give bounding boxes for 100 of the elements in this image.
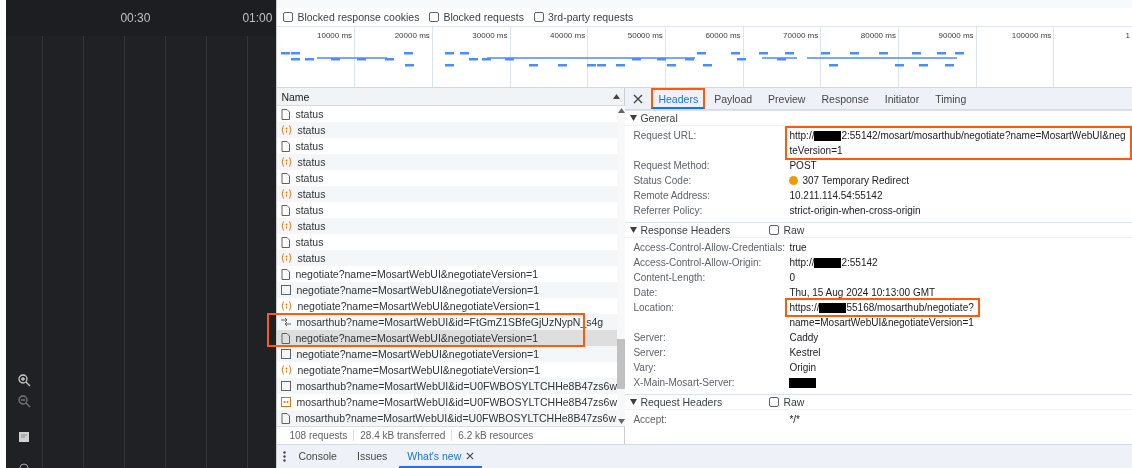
tick-label: 90000 ms <box>938 31 974 40</box>
request-name: negotiate?name=MosartWebUI&negotiateVersion=1 <box>297 300 541 312</box>
raw-checkbox[interactable]: Raw <box>769 224 805 236</box>
summary-text: 108 requests <box>288 430 349 441</box>
header-value: POST <box>789 160 817 171</box>
header-value: 307 Temporary Redirect <box>802 175 909 186</box>
document-icon <box>281 204 291 216</box>
request-name: mosarthub?name=MosartWebUI&id=U0FWBOSYLTCHHe8B47zs6w <box>296 380 617 392</box>
filter-checkbox[interactable]: Blocked response cookies <box>283 11 420 23</box>
details-tab[interactable]: Headers <box>651 88 706 109</box>
scrollbar[interactable] <box>617 106 625 426</box>
header-label: Access-Control-Allow-Origin: <box>633 256 763 270</box>
close-icon[interactable] <box>466 451 475 460</box>
header-value: https:// <box>789 302 820 313</box>
summary-text: 6.2 kB resources <box>451 430 540 441</box>
request-name: status <box>297 220 326 232</box>
script-icon <box>281 157 293 167</box>
column-header[interactable]: Name <box>281 90 310 103</box>
details-tab[interactable]: Response <box>814 88 876 109</box>
header-value: http:// <box>789 130 815 141</box>
more-options-icon[interactable] <box>283 451 287 462</box>
request-name: status <box>295 172 324 184</box>
details-tab[interactable]: Preview <box>761 88 813 109</box>
header-label: Accept: <box>633 413 668 427</box>
script-icon <box>281 253 293 263</box>
request-row[interactable]: mosarthub?name=MosartWebUI&id=U0FWBOSYLTCHHe8B47zs6w <box>277 378 617 394</box>
header-label: Vary: <box>633 361 658 375</box>
document-icon <box>281 108 291 120</box>
header-value: 0 <box>789 272 795 283</box>
request-row[interactable]: status <box>277 154 617 170</box>
script-icon <box>281 365 293 375</box>
scrollbar-thumb[interactable] <box>617 339 625 389</box>
script-icon <box>281 221 293 231</box>
header-label: Request Method: <box>633 159 711 173</box>
header-value: Caddy <box>789 332 819 343</box>
section-title[interactable]: Response Headers <box>640 224 767 236</box>
zoom-in-icon[interactable] <box>17 374 31 387</box>
filter-checkbox[interactable]: Blocked requests <box>429 11 524 23</box>
tick-label: 10000 ms <box>317 31 353 40</box>
header-label: Request URL: <box>633 129 698 143</box>
request-name: status <box>295 204 324 216</box>
tick-label: 100000 ms <box>1011 31 1052 40</box>
header-value: http:// <box>789 257 815 268</box>
request-name: status <box>297 124 326 136</box>
request-name: status <box>295 236 324 248</box>
request-name: negotiate?name=MosartWebUI&negotiateVersion=1 <box>297 364 541 376</box>
header-label: Status Code: <box>633 174 693 188</box>
section-title[interactable]: Request Headers <box>640 396 767 408</box>
header-value: strict-origin-when-cross-origin <box>789 205 921 216</box>
request-name: negotiate?name=MosartWebUI&negotiateVersion=1 <box>296 348 540 360</box>
header-value: Thu, 15 Aug 2024 10:13:00 GMT <box>789 287 936 298</box>
request-row[interactable]: status <box>277 218 617 234</box>
details-tab[interactable]: Timing <box>928 88 974 109</box>
zoom-out-icon[interactable] <box>17 395 31 408</box>
filter-checkbox[interactable]: 3rd-party requests <box>534 11 634 23</box>
sort-arrow-icon[interactable] <box>613 94 621 99</box>
tick-label: 40000 ms <box>550 31 586 40</box>
scroll-up-icon[interactable] <box>617 108 625 113</box>
media-icon <box>281 397 292 407</box>
request-name: status <box>295 140 324 152</box>
expand-triangle-icon[interactable] <box>630 399 638 405</box>
document-icon <box>281 412 291 424</box>
request-name: negotiate?name=MosartWebUI&negotiateVersion=1 <box>295 332 539 344</box>
header-value: teVersion=1 <box>789 145 843 156</box>
arrows-icon <box>281 318 292 326</box>
close-icon[interactable] <box>633 93 644 104</box>
script-icon <box>281 189 293 199</box>
tick-label: 60000 ms <box>705 31 741 40</box>
raw-checkbox[interactable]: Raw <box>769 396 805 408</box>
scroll-down-icon[interactable] <box>617 419 625 424</box>
drawer-tab[interactable]: Console <box>290 445 345 468</box>
details-tab[interactable]: Initiator <box>877 88 927 109</box>
drawer-tab[interactable]: Issues <box>348 445 396 468</box>
script-icon <box>281 125 293 135</box>
details-tab[interactable]: Payload <box>707 88 760 109</box>
header-value: 55168/mosarthub/negotiate? <box>846 302 974 313</box>
tick-label: 30000 ms <box>472 31 508 40</box>
document-icon <box>281 268 291 280</box>
header-label: Remote Address: <box>633 189 712 203</box>
request-row[interactable]: mosarthub?name=MosartWebUI&id=U0FWBOSYLTCHHe8B47zs6w <box>277 410 617 426</box>
request-name: status <box>297 252 326 264</box>
request-row[interactable]: negotiate?name=MosartWebUI&negotiateVersion=1 <box>277 330 617 346</box>
request-row[interactable]: status <box>277 250 617 266</box>
header-label: Access-Control-Allow-Credentials: <box>633 241 787 255</box>
header-value: Origin <box>789 362 817 373</box>
header-value: 2:55142/mosart/mosarthub/negotiate?name=MosartWebUI&neg <box>841 130 1126 141</box>
request-row[interactable]: negotiate?name=MosartWebUI&negotiateVersion=1 <box>277 282 617 298</box>
header-label: Content-Length: <box>633 271 707 285</box>
request-name: mosarthub?name=MosartWebUI&id=U0FWBOSYLTCHHe8B47zs6w <box>296 396 617 408</box>
expand-triangle-icon[interactable] <box>630 115 638 121</box>
request-name: status <box>295 108 324 120</box>
request-row[interactable]: status <box>277 122 617 138</box>
expand-triangle-icon[interactable] <box>630 227 638 233</box>
drawer-tab[interactable]: What's new <box>399 445 483 468</box>
header-label: Date: <box>633 286 659 300</box>
time-label: 00:30 <box>119 11 152 25</box>
document-icon <box>281 172 291 184</box>
request-row[interactable]: status <box>277 186 617 202</box>
section-title[interactable]: General <box>640 112 767 124</box>
redaction-bar <box>819 302 847 313</box>
